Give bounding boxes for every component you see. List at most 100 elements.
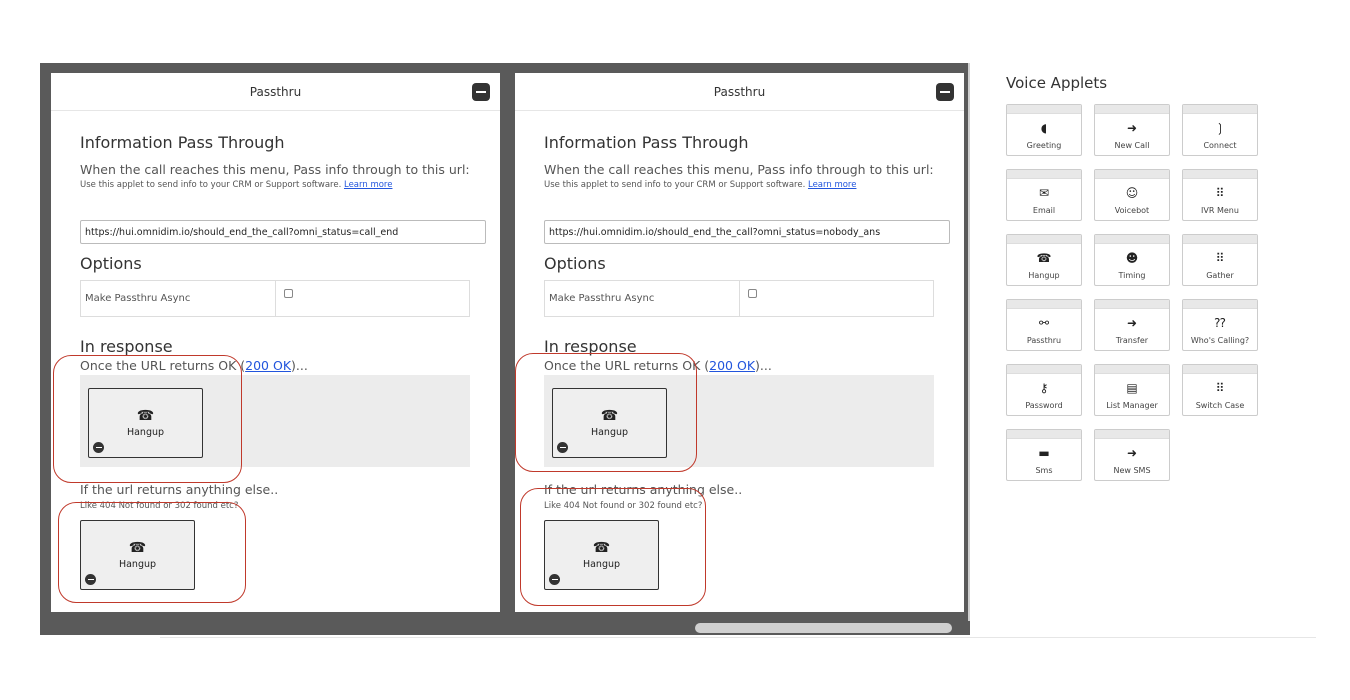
applet-tile-new-sms[interactable]: ➜ New SMS xyxy=(1094,429,1170,481)
hangup-applet[interactable]: ☎ Hangup xyxy=(88,388,203,458)
flow-canvas: Passthru Information Pass Through When t… xyxy=(40,63,970,635)
hangup-applet[interactable]: ☎ Hangup xyxy=(552,388,667,458)
learn-more-link[interactable]: Learn more xyxy=(808,180,856,190)
applet-tile-transfer[interactable]: ➜ Transfer xyxy=(1094,299,1170,351)
url-input[interactable] xyxy=(544,220,950,244)
applet-tile-passthru[interactable]: ⚯ Passthru xyxy=(1006,299,1082,351)
applet-label: Hangup xyxy=(590,426,629,438)
minus-icon xyxy=(551,578,558,581)
panel-header: Passthru xyxy=(51,73,500,111)
new-call-icon: ➜ xyxy=(1126,121,1138,135)
ok-dropzone[interactable]: ☎ Hangup xyxy=(80,375,470,467)
panel-header: Passthru xyxy=(515,73,964,111)
voice-applets-sidebar: Voice Applets ◖ Greeting ➜ New Call ❳ Connect… xyxy=(1006,74,1266,481)
applet-tile-connect[interactable]: ❳ Connect xyxy=(1182,104,1258,156)
else-dropzone[interactable]: ☎ Hangup xyxy=(544,520,935,590)
applet-tile-who-s-calling[interactable]: ⁇ Who's Calling? xyxy=(1182,299,1258,351)
remove-applet-button[interactable] xyxy=(85,574,96,585)
applet-tile-gather[interactable]: ⠿ Gather xyxy=(1182,234,1258,286)
applet-tile-sms[interactable]: ▬ Sms xyxy=(1006,429,1082,481)
applet-grid: ◖ Greeting ➜ New Call ❳ Connect ✉ Email ☺ Voicebo… xyxy=(1006,104,1266,481)
tile-label: Sms xyxy=(1035,466,1053,475)
tile-label: List Manager xyxy=(1106,401,1158,410)
applet-tile-password[interactable]: ⚷ Password xyxy=(1006,364,1082,416)
options-table: Make Passthru Async xyxy=(544,280,934,317)
sms-icon: ▬ xyxy=(1038,446,1050,460)
async-checkbox[interactable] xyxy=(284,289,293,298)
subdescription: Use this applet to send info to your CRM… xyxy=(80,180,471,190)
section-heading: Information Pass Through xyxy=(80,133,285,152)
horizontal-scrollbar-thumb[interactable] xyxy=(695,623,952,633)
remove-applet-button[interactable] xyxy=(549,574,560,585)
tile-label: Password xyxy=(1025,401,1063,410)
tile-handle xyxy=(1183,170,1257,179)
description-text: When the call reaches this menu, Pass in… xyxy=(80,162,470,177)
tile-label: New SMS xyxy=(1113,466,1151,475)
ok-line: Once the URL returns OK (200 OK)... xyxy=(80,358,471,373)
applet-label: Hangup xyxy=(582,558,621,570)
minus-icon xyxy=(95,446,102,449)
applet-tile-timing[interactable]: ☻ Timing xyxy=(1094,234,1170,286)
subdescription: Use this applet to send info to your CRM… xyxy=(544,180,935,190)
ok-prefix: Once the URL returns OK ( xyxy=(544,358,710,373)
url-input[interactable] xyxy=(80,220,486,244)
else-subtext: Like 404 Not found or 302 found etc? xyxy=(544,501,703,511)
applet-tile-switch-case[interactable]: ⠿ Switch Case xyxy=(1182,364,1258,416)
200-ok-link[interactable]: 200 OK xyxy=(709,358,755,373)
switch-case-icon: ⠿ xyxy=(1215,381,1225,395)
hangup-applet[interactable]: ☎ Hangup xyxy=(544,520,659,590)
tile-label: Greeting xyxy=(1026,141,1062,150)
applet-tile-hangup[interactable]: ☎ Hangup xyxy=(1006,234,1082,286)
ok-suffix: )... xyxy=(291,358,308,373)
gather-icon: ⠿ xyxy=(1215,251,1225,265)
applet-tile-list-manager[interactable]: ▤ List Manager xyxy=(1094,364,1170,416)
voicebot-icon: ☺ xyxy=(1125,186,1139,200)
ok-dropzone[interactable]: ☎ Hangup xyxy=(544,375,934,467)
ivr-menu-icon: ⠿ xyxy=(1215,186,1225,200)
applet-tile-voicebot[interactable]: ☺ Voicebot xyxy=(1094,169,1170,221)
sidebar-title: Voice Applets xyxy=(1006,74,1108,92)
learn-more-link[interactable]: Learn more xyxy=(344,180,392,190)
options-heading: Options xyxy=(80,254,142,273)
hangup-icon: ☎ xyxy=(592,539,611,556)
remove-applet-button[interactable] xyxy=(557,442,568,453)
subdescription-text: Use this applet to send info to your CRM… xyxy=(544,180,806,190)
tile-handle xyxy=(1007,170,1081,179)
panel-title: Passthru xyxy=(713,84,766,99)
hangup-icon: ☎ xyxy=(1036,251,1052,265)
remove-applet-button[interactable] xyxy=(93,442,104,453)
minus-icon xyxy=(476,91,486,93)
collapse-button[interactable] xyxy=(472,83,490,101)
timing-icon: ☻ xyxy=(1125,251,1139,265)
tile-label: Email xyxy=(1032,206,1056,215)
tile-handle xyxy=(1007,300,1081,309)
hangup-icon: ☎ xyxy=(136,407,155,424)
tile-label: Switch Case xyxy=(1195,401,1245,410)
hangup-applet[interactable]: ☎ Hangup xyxy=(80,520,195,590)
tile-label: Voicebot xyxy=(1114,206,1150,215)
applet-tile-greeting[interactable]: ◖ Greeting xyxy=(1006,104,1082,156)
else-dropzone[interactable]: ☎ Hangup xyxy=(80,520,471,590)
ok-prefix: Once the URL returns OK ( xyxy=(80,358,246,373)
async-option-label: Make Passthru Async xyxy=(545,281,740,316)
else-line: If the url returns anything else.. xyxy=(544,482,743,497)
description-text: When the call reaches this menu, Pass in… xyxy=(544,162,934,177)
canvas-edge xyxy=(968,63,970,635)
minus-icon xyxy=(940,91,950,93)
tile-handle xyxy=(1007,235,1081,244)
collapse-button[interactable] xyxy=(936,83,954,101)
applet-tile-ivr-menu[interactable]: ⠿ IVR Menu xyxy=(1182,169,1258,221)
email-icon: ✉ xyxy=(1038,186,1050,200)
tile-handle xyxy=(1007,365,1081,374)
tile-label: Hangup xyxy=(1028,271,1060,280)
applet-tile-new-call[interactable]: ➜ New Call xyxy=(1094,104,1170,156)
async-checkbox[interactable] xyxy=(748,289,757,298)
transfer-icon: ➜ xyxy=(1126,316,1138,330)
tile-label: Passthru xyxy=(1026,336,1062,345)
200-ok-link[interactable]: 200 OK xyxy=(245,358,291,373)
tile-handle xyxy=(1183,365,1257,374)
tile-handle xyxy=(1095,430,1169,439)
applet-tile-email[interactable]: ✉ Email xyxy=(1006,169,1082,221)
tile-handle xyxy=(1183,105,1257,114)
else-subtext: Like 404 Not found or 302 found etc? xyxy=(80,501,239,511)
